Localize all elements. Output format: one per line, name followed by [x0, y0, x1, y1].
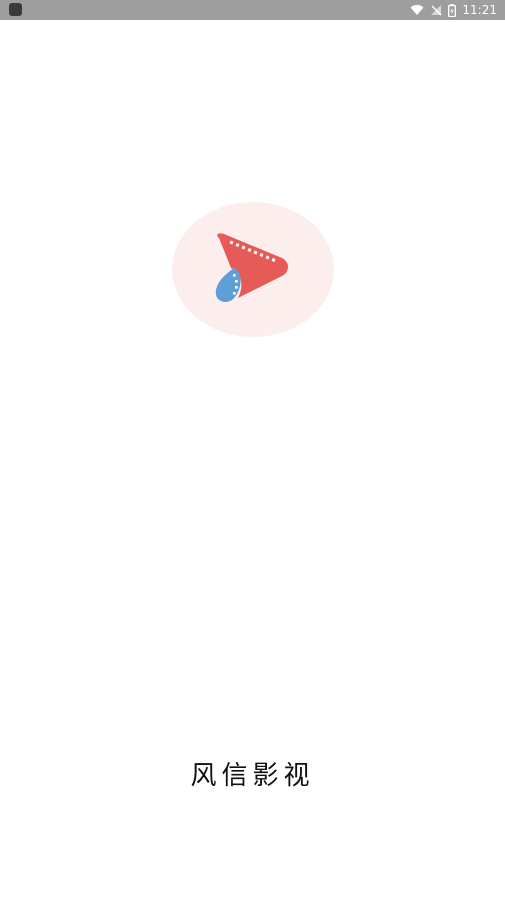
- status-time: 11:21: [462, 3, 497, 17]
- app-name-title: 风信影视: [190, 761, 315, 791]
- battery-charging-icon: [448, 3, 457, 17]
- status-icons: 11:21: [410, 0, 497, 20]
- app-logo: [172, 202, 334, 337]
- status-bar: 11:21: [0, 0, 505, 20]
- film-strip-play-logo: [172, 202, 334, 337]
- no-signal-icon: [431, 5, 442, 16]
- app-notification-icon: [9, 3, 22, 16]
- wifi-icon: [410, 4, 424, 15]
